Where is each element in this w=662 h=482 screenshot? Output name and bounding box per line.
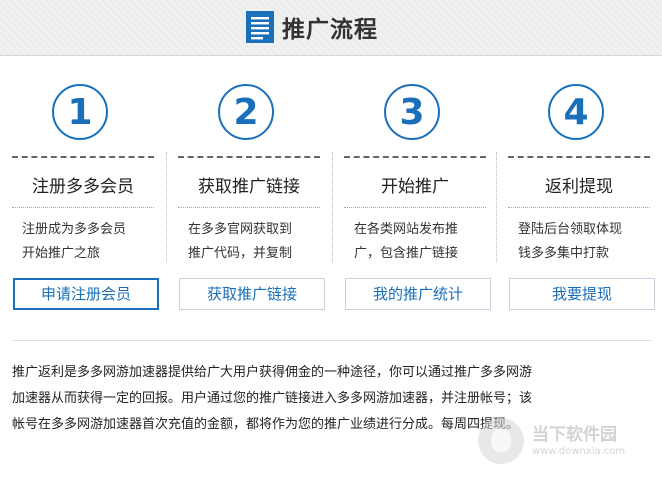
section-divider [12, 340, 652, 341]
column-separator [496, 152, 497, 262]
step-description: 登陆后台领取体现 钱多多集中打款 [518, 218, 646, 266]
register-member-button[interactable]: 申请注册会员 [13, 278, 159, 310]
dotted-divider [344, 207, 486, 208]
step-description: 在各类网站发布推 广，包含推广链接 [354, 218, 482, 266]
step-number-circle: 3 [384, 84, 440, 140]
dashed-divider [178, 156, 320, 158]
step-description-line: 钱多多集中打款 [518, 246, 610, 261]
step-title: 返利提现 [545, 177, 613, 197]
step-description-line: 登陆后台领取体现 [518, 222, 623, 237]
dotted-divider [12, 207, 154, 208]
header-bar: 推广流程 [0, 0, 662, 56]
step-number-circle: 1 [52, 84, 108, 140]
dotted-divider [508, 207, 650, 208]
column-separator [332, 152, 333, 262]
step-title: 开始推广 [381, 177, 449, 197]
step-number: 4 [563, 91, 589, 133]
step-description: 在多多官网获取到 推广代码，并复制 [188, 218, 316, 266]
step-description: 注册成为多多会员 开始推广之旅 [22, 218, 150, 266]
steps-section: 1 注册多多会员 注册成为多多会员 开始推广之旅 申请注册会员 2 获取推广链接… [0, 56, 662, 326]
step-4: 4 返利提现 登陆后台领取体现 钱多多集中打款 我要提现 [496, 56, 662, 326]
step-number-circle: 2 [218, 84, 274, 140]
page-title: 推广流程 [282, 17, 378, 43]
step-title: 注册多多会员 [32, 177, 134, 197]
watermark-text: 当下软件园 [532, 425, 617, 445]
step-description-line: 开始推广之旅 [22, 246, 101, 261]
watermark-url: www.downxia.com [532, 446, 626, 457]
my-promo-stats-button[interactable]: 我的推广统计 [345, 278, 491, 310]
watermark-logo-icon [478, 418, 524, 464]
step-number-circle: 4 [548, 84, 604, 140]
step-2: 2 获取推广链接 在多多官网获取到 推广代码，并复制 获取推广链接 [166, 56, 332, 326]
dashed-divider [12, 156, 154, 158]
step-number: 1 [67, 91, 93, 133]
step-number: 2 [233, 91, 259, 133]
get-promo-link-button[interactable]: 获取推广链接 [179, 278, 325, 310]
watermark: 当下软件园 www.downxia.com [478, 418, 648, 468]
step-description-line: 在各类网站发布推 [354, 222, 459, 237]
withdraw-button[interactable]: 我要提现 [509, 278, 655, 310]
document-icon [246, 11, 274, 43]
step-number: 3 [399, 91, 425, 133]
column-separator [166, 152, 167, 262]
dotted-divider [178, 207, 320, 208]
step-description-line: 广，包含推广链接 [354, 246, 459, 261]
step-description-line: 注册成为多多会员 [22, 222, 127, 237]
title-group: 推广流程 [246, 10, 378, 44]
description-line: 加速器从而获得一定的回报。用户通过您的推广链接进入多多网游加速器，并注册帐号；该 [12, 391, 533, 406]
dashed-divider [344, 156, 486, 158]
step-3: 3 开始推广 在各类网站发布推 广，包含推广链接 我的推广统计 [332, 56, 498, 326]
description-line: 推广返利是多多网游加速器提供给广大用户获得佣金的一种途径，你可以通过推广多多网游 [12, 365, 533, 380]
step-description-line: 推广代码，并复制 [188, 246, 293, 261]
step-description-line: 在多多官网获取到 [188, 222, 293, 237]
dashed-divider [508, 156, 650, 158]
step-title: 获取推广链接 [198, 177, 300, 197]
step-1: 1 注册多多会员 注册成为多多会员 开始推广之旅 申请注册会员 [0, 56, 166, 326]
